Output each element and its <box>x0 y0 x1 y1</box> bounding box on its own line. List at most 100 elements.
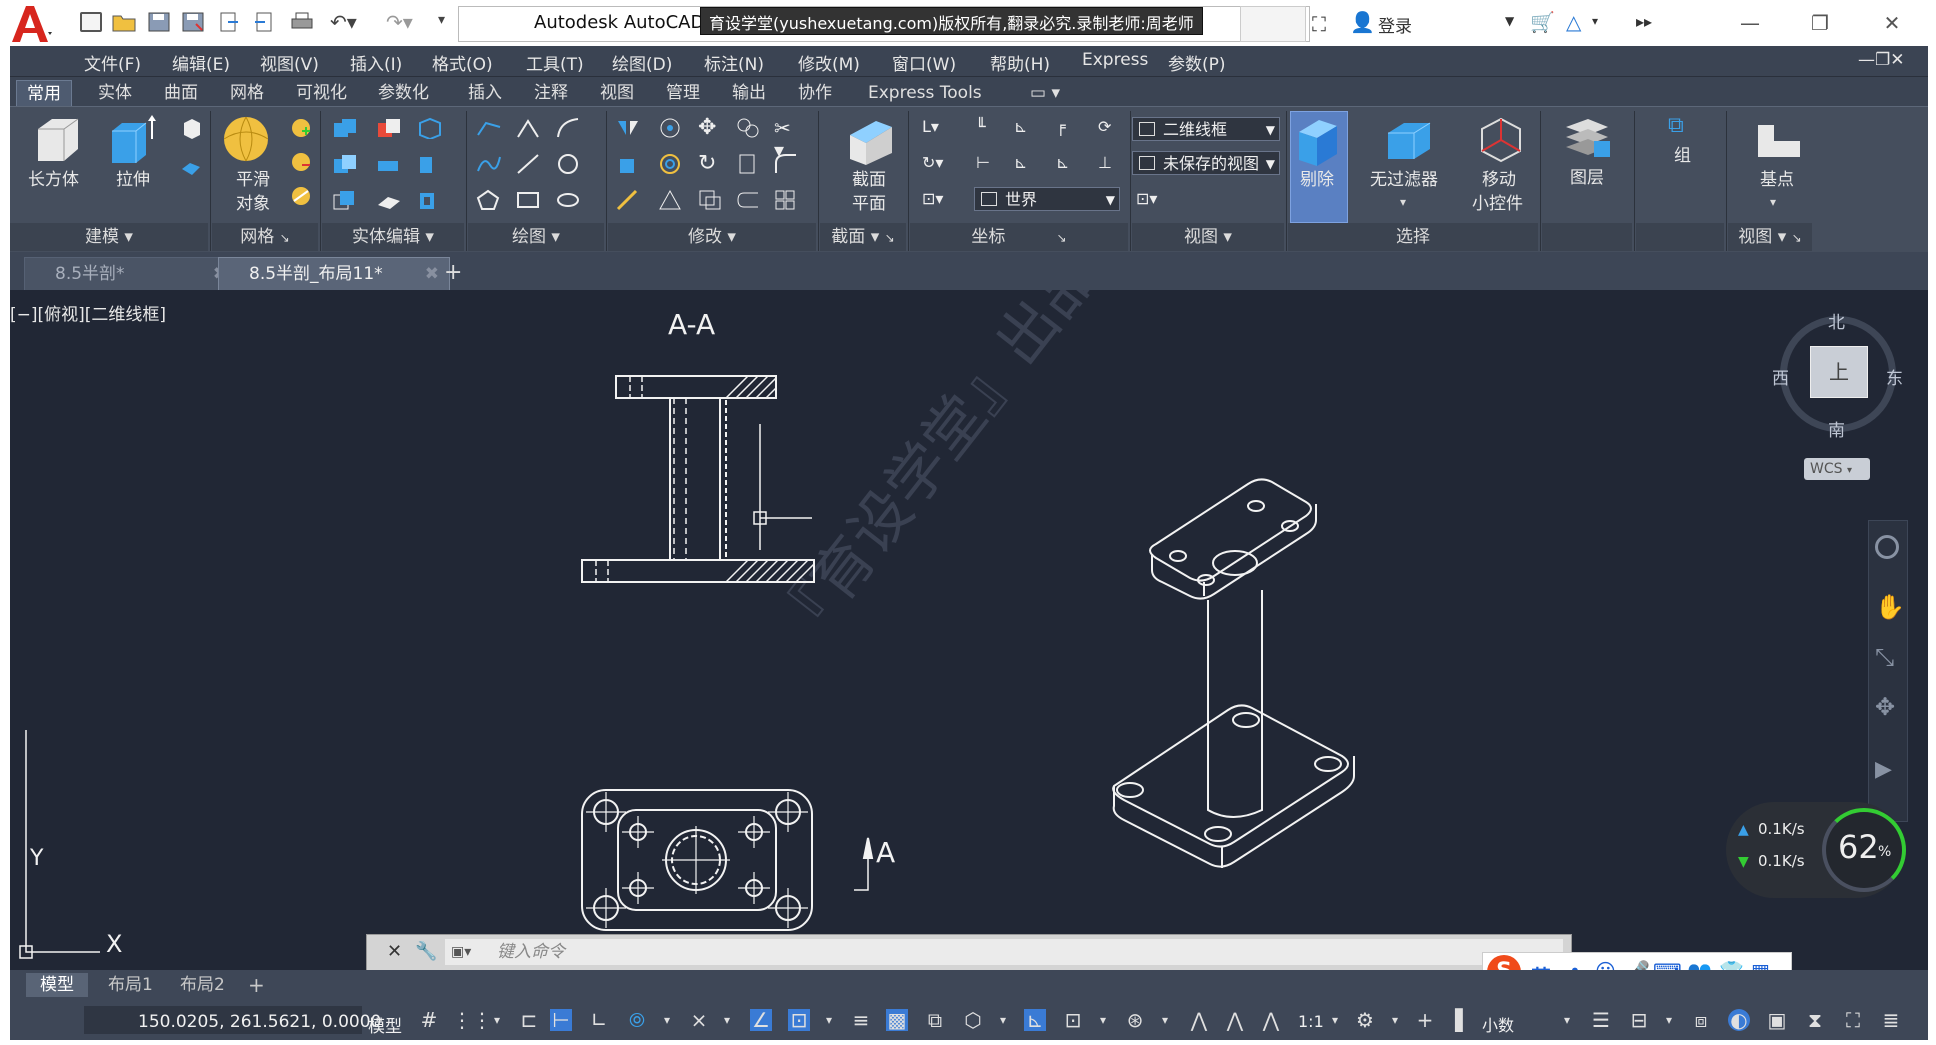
undo-icon[interactable]: ↶▾ <box>330 12 357 32</box>
ucs-y-icon[interactable]: ⊾ <box>1014 153 1036 175</box>
hardware-acceleration-icon[interactable]: ◐ <box>1728 1009 1750 1031</box>
save-web-icon[interactable] <box>254 12 276 32</box>
no-filter-icon[interactable] <box>1384 115 1434 170</box>
polygon-icon[interactable] <box>476 189 500 211</box>
menu-help[interactable]: 帮助(H) <box>990 50 1050 75</box>
offset-icon[interactable] <box>736 189 758 211</box>
tab-view[interactable]: 视图 <box>590 80 644 106</box>
osnap-dropdown-icon[interactable]: ▾ <box>818 1009 840 1031</box>
no-filter-label[interactable]: 无过滤器 <box>1370 169 1438 191</box>
drawing-canvas[interactable]: [−][俯视][二维线框] 『育设学堂』出品 A-A A Y X 上 北 南 西… <box>10 290 1928 970</box>
coordinates-readout[interactable]: 150.0205, 261.5621, 0.0000 <box>138 1012 381 1032</box>
annotation-scale-icon[interactable]: ⋀ <box>1260 1009 1282 1031</box>
cart-icon[interactable]: 🛒 <box>1530 10 1555 34</box>
section-plane-label-1[interactable]: 截面 <box>852 169 886 191</box>
isodraft-dropdown-icon[interactable]: ▾ <box>716 1009 738 1031</box>
tab-surface[interactable]: 曲面 <box>154 80 208 106</box>
workspace-gear-icon[interactable]: ⚙ <box>1354 1009 1376 1031</box>
showmotion-icon[interactable]: ▶ <box>1875 757 1892 782</box>
panel-title-view2[interactable]: 视图 ▾ ↘ <box>1728 223 1812 251</box>
add-layout-button[interactable]: + <box>234 973 279 997</box>
binoculars-icon[interactable]: ⛶ <box>1312 12 1326 36</box>
fillet-edge-icon[interactable] <box>376 189 400 211</box>
annotation-scale-value[interactable]: 1:1 <box>1298 1012 1324 1031</box>
restore-icon[interactable]: ❐ <box>1800 8 1840 38</box>
units-dropdown-icon[interactable]: ▾ <box>1556 1009 1578 1031</box>
ribbon-toggle-icon[interactable]: ▭ ▾ <box>1020 80 1070 106</box>
copy-icon[interactable] <box>698 189 721 211</box>
zoom-extents-icon[interactable]: ⤡ <box>1875 643 1894 671</box>
model-space-button[interactable]: 模型 <box>368 1012 402 1037</box>
steering-wheel-icon[interactable] <box>1875 535 1899 559</box>
layout-tab-model[interactable]: 模型 <box>26 973 88 997</box>
layout-tab-2[interactable]: 布局2 <box>166 973 239 997</box>
ortho-icon[interactable]: ∟ <box>588 1009 610 1031</box>
tab-insert[interactable]: 插入 <box>458 80 512 106</box>
customize-qat-icon[interactable]: ▾ <box>438 12 460 32</box>
open-web-icon[interactable] <box>218 12 240 32</box>
extract-edges-icon[interactable] <box>416 153 438 175</box>
menu-params[interactable]: 参数(P) <box>1168 50 1226 75</box>
wrench-icon[interactable]: 🔧 <box>415 941 437 962</box>
extrude-label[interactable]: 拉伸 <box>116 169 150 191</box>
tab-manage[interactable]: 管理 <box>656 80 710 106</box>
slice-icon[interactable] <box>416 117 441 141</box>
ucs-named-icon[interactable]: ⟳ <box>1098 117 1120 139</box>
doc-tab-active[interactable]: 8.5半剖_布局11* ✖ <box>218 257 450 291</box>
viewport-config-icon[interactable]: ⊡▾ <box>1136 189 1158 211</box>
ellipse-icon[interactable] <box>556 189 579 211</box>
box-label[interactable]: 长方体 <box>28 169 79 191</box>
panel-title-modify[interactable]: 修改 ▾ <box>608 223 816 251</box>
ucs-combo[interactable]: 世界 ▼ <box>974 187 1120 211</box>
transparency-icon[interactable]: ▩ <box>886 1009 908 1031</box>
union-icon[interactable] <box>332 117 356 139</box>
panel-title-mesh[interactable]: 网格 ↘ <box>212 223 318 251</box>
gizmo-label-2[interactable]: 小控件 <box>1472 193 1523 215</box>
ucs-world-icon[interactable]: ↻▾ <box>922 153 944 175</box>
menu-modify[interactable]: 修改(M) <box>798 50 860 75</box>
culling-button[interactable] <box>1290 111 1348 223</box>
save-icon[interactable] <box>148 12 170 32</box>
doc-tab-inactive[interactable]: 8.5半剖* ✖ <box>24 257 242 291</box>
base-dropdown-icon[interactable]: ▾ <box>1770 195 1776 209</box>
print-icon[interactable] <box>290 12 313 32</box>
presspull-icon[interactable] <box>180 117 202 139</box>
solid-editing-icon[interactable] <box>616 153 638 175</box>
subtract-icon[interactable] <box>376 117 400 139</box>
menu-tools[interactable]: 工具(T) <box>526 50 584 75</box>
gizmo-status-icon[interactable]: ⊛ <box>1124 1009 1146 1031</box>
save-as-icon[interactable] <box>182 12 204 32</box>
scale-icon[interactable] <box>736 117 759 139</box>
tab-annotate[interactable]: 注释 <box>524 80 578 106</box>
gizmo-dropdown-icon[interactable]: ▾ <box>1154 1009 1176 1031</box>
ucs-x-icon[interactable]: ⊢ <box>976 153 998 175</box>
smooth-object-label-2[interactable]: 对象 <box>236 193 270 215</box>
arc-icon[interactable] <box>556 117 579 139</box>
close-icon[interactable]: ✕ <box>1872 8 1912 38</box>
prompt-icon[interactable]: ▣▾ <box>451 939 471 965</box>
annotation-monitor-icon[interactable]: + <box>1414 1009 1436 1031</box>
refine-mesh-icon[interactable] <box>290 185 312 207</box>
extrude-icon[interactable] <box>108 113 158 170</box>
compass-south[interactable]: 南 <box>1828 416 1845 441</box>
filter-dropdown-icon[interactable]: ▾ <box>1092 1009 1114 1031</box>
panel-title-modeling[interactable]: 建模 ▾ <box>10 223 208 251</box>
3d-osnap-icon[interactable]: ⬡ <box>962 1009 984 1031</box>
menu-file[interactable]: 文件(F) <box>84 50 141 75</box>
3d-align-icon[interactable] <box>616 189 638 211</box>
box-icon[interactable] <box>32 115 82 170</box>
panel-title-section[interactable]: 截面 ▾ ↘ <box>820 223 906 251</box>
snap-icon[interactable]: ⋮⋮ <box>452 1009 492 1031</box>
visual-style-combo[interactable]: 二维线框 ▼ <box>1132 117 1280 141</box>
shell-icon[interactable] <box>416 189 438 211</box>
compass-west[interactable]: 西 <box>1772 364 1789 389</box>
menu-window[interactable]: 窗口(W) <box>892 50 956 75</box>
open-file-icon[interactable] <box>112 12 136 32</box>
culling-label[interactable]: 剔除 <box>1300 169 1334 191</box>
menu-edit[interactable]: 编辑(E) <box>172 50 230 75</box>
smooth-object-icon[interactable] <box>220 113 272 170</box>
intersect-icon[interactable] <box>332 153 356 175</box>
menu-format[interactable]: 格式(O) <box>432 50 493 75</box>
redo-icon[interactable]: ↷▾ <box>386 12 413 32</box>
doc-minimize-icon[interactable]: —❐✕ <box>1858 50 1904 70</box>
